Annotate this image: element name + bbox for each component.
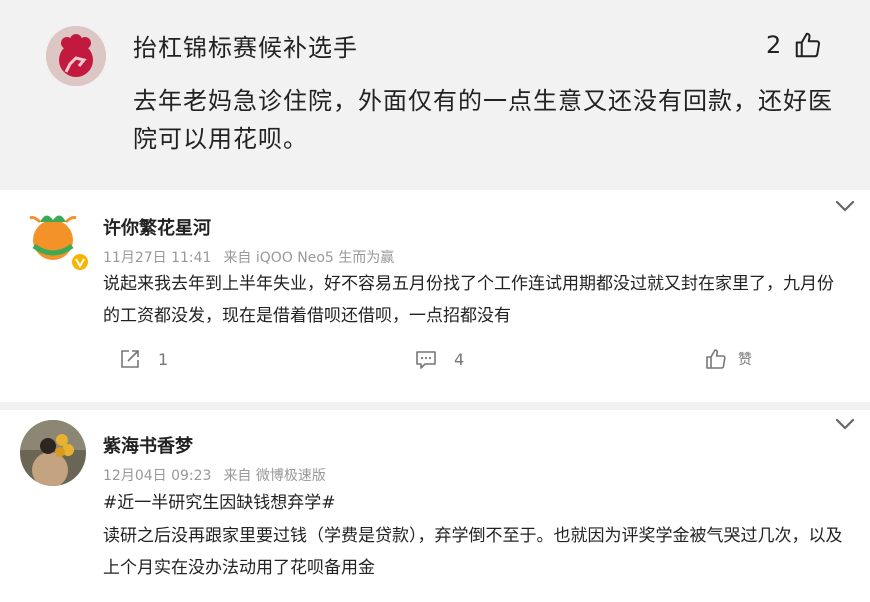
avatar-image [46, 26, 106, 86]
like-count: 2 [766, 31, 782, 59]
comment-source: 来自 iQOO Neo5 生而为赢 [223, 250, 395, 266]
verified-badge-icon [70, 252, 90, 272]
like-label: 赞 [738, 352, 752, 368]
comment-icon [416, 351, 436, 369]
top-reply-username[interactable]: 抬杠锦标赛候补选手 [133, 28, 358, 63]
comment-hashtag[interactable]: #近一半研究生因缺钱想弃学# [103, 487, 848, 519]
chevron-down-icon[interactable] [832, 196, 858, 216]
comment-date: 11月27日 11:41 [103, 250, 212, 266]
top-reply-card: 抬杠锦标赛候补选手 2 去年老妈急诊住院，外面仅有的一点生意又还没有回款，还好医… [0, 0, 870, 190]
comment-username[interactable]: 许你繁花星河 [103, 214, 211, 240]
comment-button[interactable]: 4 [414, 347, 464, 371]
avatar[interactable] [46, 26, 106, 86]
top-reply-like-button[interactable]: 2 [766, 28, 823, 62]
comment-meta: 12月04日 09:23 来自 微博极速版 [103, 465, 338, 485]
avatar-image [20, 420, 86, 486]
comment-text: 读研之后没再跟家里要过钱（学费是贷款），弃学倒不至于。也就因为评奖学金被气哭过几… [103, 526, 843, 578]
repost-button[interactable]: 1 [118, 347, 168, 371]
comment-text: 说起来我去年到上半年失业，好不容易五月份找了个工作连试用期都没过就又封在家里了，… [103, 274, 834, 326]
thumbs-up-icon [706, 349, 726, 369]
comment-card: 紫海书香梦 12月04日 09:23 来自 微博极速版 #近一半研究生因缺钱想弃学… [0, 410, 870, 602]
comment-count: 4 [454, 349, 465, 369]
thumbs-up-icon [796, 32, 821, 58]
like-button[interactable]: 赞 [704, 347, 752, 371]
comment-meta: 11月27日 11:41 来自 iQOO Neo5 生而为赢 [103, 247, 406, 267]
top-reply-text: 去年老妈急诊住院，外面仅有的一点生意又还没有回款，还好医院可以用花呗。 [133, 87, 833, 153]
comment-source: 来自 微博极速版 [223, 468, 326, 484]
chevron-down-icon[interactable] [832, 414, 858, 434]
comment-username[interactable]: 紫海书香梦 [103, 432, 193, 458]
comment-card: 许你繁花星河 11月27日 11:41 来自 iQOO Neo5 生而为赢 说起来… [0, 190, 870, 402]
comment-date: 12月04日 09:23 [103, 468, 212, 484]
repost-count: 1 [158, 349, 169, 369]
repost-icon [121, 350, 139, 368]
avatar[interactable] [20, 420, 86, 486]
